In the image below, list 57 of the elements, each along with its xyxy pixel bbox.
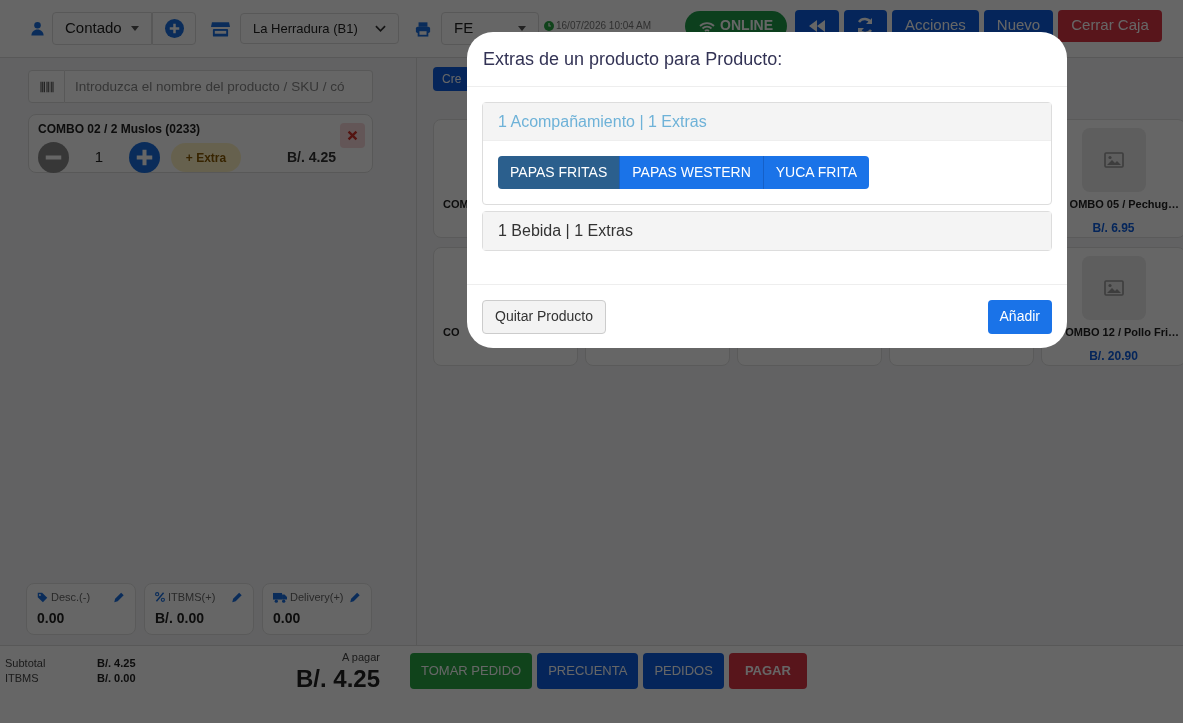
action-button[interactable]: TOMAR PEDIDO (410, 653, 533, 689)
plus-icon (164, 19, 184, 38)
option-button[interactable]: YUCA FRITA (763, 156, 870, 189)
quantity-text: 1 (93, 147, 105, 168)
item-price: B/. 4.25 (287, 148, 337, 167)
caret-icon (131, 26, 139, 31)
image-icon (1103, 279, 1124, 296)
product-price: B/. 6.95 (1092, 220, 1135, 237)
remove-product-button[interactable]: Quitar Producto (482, 299, 607, 334)
remove-button[interactable] (340, 123, 365, 148)
adjustment-value: 0.00 (37, 608, 66, 628)
percent-icon (155, 592, 165, 603)
tag-icon (37, 591, 48, 603)
adjustment-label: Delivery(+) (290, 590, 345, 605)
increase-button[interactable] (129, 142, 160, 173)
item-name: COMBO 02 / 2 Muslos (0233) (38, 121, 201, 138)
total-value: B/. 0.00 (97, 671, 137, 686)
add-customer-button[interactable] (152, 12, 196, 45)
total-label: ITBMS (5, 671, 40, 686)
chevron-icon (375, 25, 386, 32)
product-name: OMBO 12 / Pollo Fri… (1065, 324, 1180, 340)
due-label: A pagar (342, 650, 380, 665)
user-icon (30, 20, 45, 37)
image-icon (1103, 151, 1124, 168)
close-icon (347, 130, 358, 141)
option-button[interactable]: PAPAS WESTERN (620, 156, 764, 189)
close-register-button[interactable]: Cerrar Caja (1058, 9, 1162, 42)
edit-icon[interactable] (231, 591, 243, 604)
edit-icon[interactable] (113, 591, 125, 604)
modal-title: Extras de un producto para Producto: (483, 47, 783, 71)
printer-icon (415, 20, 431, 37)
store-icon (211, 20, 230, 37)
option-button[interactable]: PAPAS FRITAS (498, 156, 621, 189)
branch-select[interactable]: La Herradura (B1) (240, 13, 399, 44)
edit-icon[interactable] (349, 591, 361, 604)
product-name: CO (442, 325, 460, 340)
action-button[interactable]: PEDIDOS (643, 653, 724, 689)
product-price: B/. 20.90 (1089, 348, 1138, 365)
adjustment-value: B/. 0.00 (155, 608, 206, 628)
adjustment-value: 0.00 (273, 608, 302, 628)
total-label: Subtotal (5, 656, 47, 671)
product-name: OMBO 05 / Pechug… (1069, 196, 1180, 212)
decrease-button[interactable] (38, 142, 69, 173)
add-button[interactable]: Añadir (987, 299, 1052, 334)
extra-button[interactable]: + Extra (171, 143, 241, 172)
action-button[interactable]: PAGAR (728, 653, 807, 689)
due-amount: B/. 4.25 (295, 665, 380, 692)
adjustment-label: ITBMS(+) (168, 590, 217, 605)
customer-select[interactable]: Contado (52, 12, 152, 45)
accordion-header[interactable]: 1 Acompañamiento | 1 Extras (483, 103, 1051, 141)
action-button[interactable]: PRECUENTA (537, 653, 639, 689)
truck-icon (273, 591, 287, 603)
barcode-button[interactable] (28, 70, 65, 103)
accordion-header[interactable]: 1 Bebida | 1 Extras (483, 212, 1051, 250)
total-value: B/. 4.25 (97, 656, 137, 671)
adjustment-label: Desc.(-) (51, 590, 92, 605)
barcode-icon (38, 80, 55, 93)
